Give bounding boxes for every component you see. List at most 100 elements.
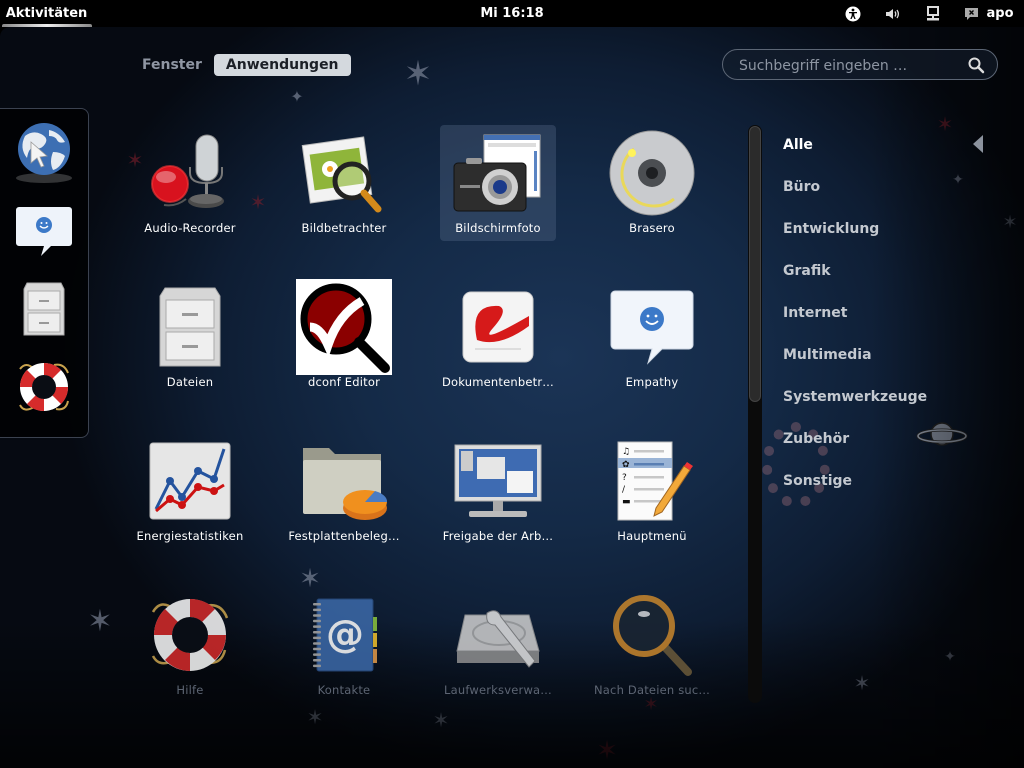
app-label: Kontakte <box>317 683 371 697</box>
category-item[interactable]: Multimedia <box>783 341 927 383</box>
app-tile[interactable]: dconf Editor <box>286 279 402 395</box>
disk-usage-icon <box>296 437 392 525</box>
svg-text:?: ? <box>622 473 627 483</box>
category-item[interactable]: Grafik <box>783 257 927 299</box>
network-menu[interactable] <box>923 4 943 23</box>
brasero-disc-icon <box>604 129 700 217</box>
tab-applications[interactable]: Anwendungen <box>213 54 351 76</box>
star-decoration: ✦ <box>944 649 956 665</box>
star-decoration: ✦ <box>290 87 304 106</box>
empathy-icon <box>16 207 72 256</box>
app-tile[interactable]: Dokumentenbetr… <box>440 279 556 395</box>
dconf-editor-icon <box>296 279 392 375</box>
overview: ✶ ✦ ✶ ✶ ✶ ✦ ✶ ✶ ✶ ✶ ✶ ✶ ✶ ✶ ✦ Fenster An… <box>0 27 1024 768</box>
help-lifebuoy-icon <box>19 362 69 412</box>
dash-item-web-browser[interactable] <box>10 119 78 187</box>
tab-windows[interactable]: Fenster <box>130 54 214 76</box>
user-offline-icon <box>965 7 979 20</box>
desktop-sharing-icon <box>450 437 546 525</box>
star-decoration: ✶ <box>306 705 324 729</box>
svg-text:♫: ♫ <box>622 447 630 457</box>
volume-icon <box>886 8 900 19</box>
app-tile[interactable]: Festplattenbeleg… <box>286 433 402 549</box>
dash-item-empathy[interactable] <box>10 197 78 265</box>
category-item[interactable]: Systemwerkzeuge <box>783 383 927 425</box>
activities-label: Aktivitäten <box>5 6 88 21</box>
category-list: Alle Büro Entwicklung Grafik Internet Multime… <box>783 131 927 509</box>
user-menu[interactable]: apo <box>964 4 1014 23</box>
category-item[interactable]: Internet <box>783 299 927 341</box>
app-tile[interactable]: Audio-Recorder <box>132 125 248 241</box>
file-cabinet-icon <box>142 283 238 371</box>
search-box <box>722 49 998 81</box>
dash-item-files[interactable] <box>10 275 78 343</box>
category-item[interactable]: Büro <box>783 173 927 215</box>
app-label: Festplattenbeleg… <box>288 529 400 543</box>
svg-text:▬: ▬ <box>622 497 631 507</box>
app-label: Audio-Recorder <box>144 221 236 235</box>
app-tile[interactable]: Brasero <box>594 125 710 241</box>
top-bar: Aktivitäten Mi 16:18 apo <box>0 0 1024 27</box>
app-tile[interactable]: @ Kontakte <box>286 587 402 703</box>
app-tile[interactable]: Nach Dateien suc… <box>594 587 710 703</box>
app-tile[interactable]: Hilfe <box>132 587 248 703</box>
clock[interactable]: Mi 16:18 <box>480 6 543 21</box>
app-label: Empathy <box>625 375 679 389</box>
app-label: Bildbetrachter <box>301 221 387 235</box>
svg-text:✿: ✿ <box>622 460 630 470</box>
scrollbar-thumb[interactable] <box>749 126 761 402</box>
star-decoration: ✶ <box>596 736 618 766</box>
volume-menu[interactable] <box>883 4 903 23</box>
app-tile[interactable]: Bildschirmfoto <box>440 125 556 241</box>
app-label: Freigabe der Arb… <box>442 529 554 543</box>
search-icon[interactable] <box>967 56 985 74</box>
app-tile[interactable]: Freigabe der Arb… <box>440 433 556 549</box>
screenshot-icon <box>450 129 546 217</box>
dash <box>0 108 89 438</box>
category-item[interactable]: Sonstige <box>783 467 927 509</box>
star-decoration: ✶ <box>1002 212 1018 233</box>
category-item[interactable]: Zubehör <box>783 425 927 467</box>
app-label: Energiestatistiken <box>136 529 244 543</box>
help-lifebuoy-icon <box>142 591 238 679</box>
search-input[interactable] <box>737 50 961 81</box>
file-cabinet-icon <box>23 282 65 336</box>
app-tile[interactable]: ♫ ✿? / ▬ Hauptmenü <box>594 433 710 549</box>
star-decoration: ✶ <box>936 112 954 136</box>
app-tile[interactable]: Laufwerksverwa… <box>440 587 556 703</box>
accessibility-menu[interactable] <box>843 4 863 23</box>
view-switch: Fenster Anwendungen <box>130 54 351 76</box>
activities-button[interactable]: Aktivitäten <box>0 0 93 27</box>
app-label: Brasero <box>629 221 675 235</box>
main-menu-editor-icon: ♫ ✿? / ▬ <box>604 437 700 525</box>
contacts-addressbook-icon: @ <box>296 591 392 679</box>
network-wired-icon <box>927 5 939 20</box>
user-name: apo <box>986 6 1014 21</box>
audio-recorder-icon <box>142 129 238 217</box>
star-decoration: ✶ <box>249 190 267 214</box>
category-item[interactable]: Alle <box>783 131 927 173</box>
app-label: dconf Editor <box>307 375 381 389</box>
star-decoration: ✶ <box>403 54 433 94</box>
web-browser-icon <box>16 123 72 183</box>
search-files-magnifier-icon <box>604 591 700 679</box>
category-item[interactable]: Entwicklung <box>783 215 927 257</box>
accessibility-icon <box>845 6 861 21</box>
app-label: Dokumentenbetr… <box>441 375 555 389</box>
star-decoration: ✶ <box>853 671 871 695</box>
power-statistics-icon <box>142 437 238 525</box>
app-tile[interactable]: Dateien <box>132 279 248 395</box>
dash-item-help[interactable] <box>10 353 78 421</box>
image-viewer-icon <box>296 129 392 217</box>
star-decoration: ✦ <box>952 172 964 188</box>
app-label: Nach Dateien suc… <box>594 683 711 697</box>
app-label: Hilfe <box>176 683 204 697</box>
document-viewer-icon <box>450 283 546 371</box>
app-tile[interactable]: Bildbetrachter <box>286 125 402 241</box>
category-selected-pointer-icon <box>973 135 983 153</box>
app-tile[interactable]: Empathy <box>594 279 710 395</box>
app-grid-scrollbar[interactable] <box>748 125 762 703</box>
app-label: Laufwerksverwa… <box>443 683 552 697</box>
app-label: Dateien <box>166 375 214 389</box>
app-tile[interactable]: Energiestatistiken <box>132 433 248 549</box>
